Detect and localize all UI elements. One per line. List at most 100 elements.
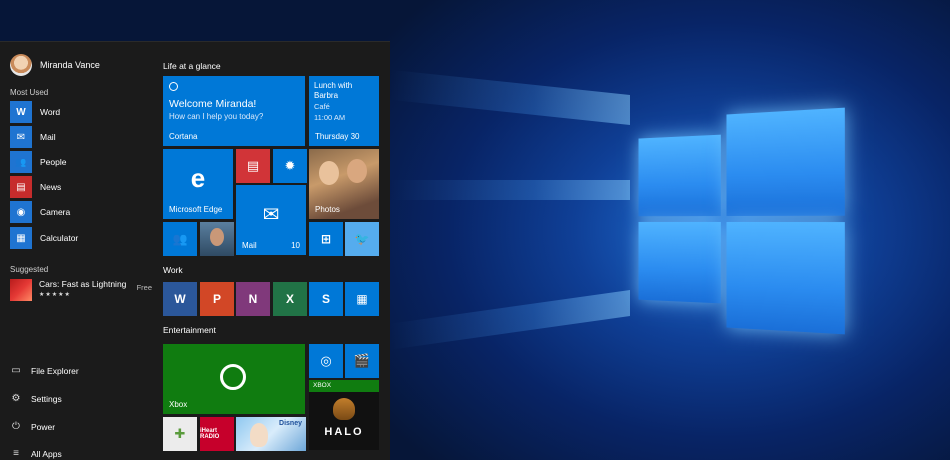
settings-button[interactable]: ⚙ Settings [10,393,62,404]
avatar [10,54,32,76]
character-face [250,423,268,447]
user-name: Miranda Vance [40,60,100,70]
cortana-headline: Welcome Miranda! [169,98,257,110]
tile-powerpoint[interactable]: P [200,282,234,316]
folder-icon: ▭ [11,365,21,376]
list-icon: ≡ [13,448,19,459]
calculator-icon: ▦ [10,227,32,249]
iheartradio-icon: iHeart RADIO [200,428,220,440]
tile-cortana[interactable]: Welcome Miranda! How can I help you toda… [163,76,305,146]
calendar-event-location: Café [314,102,330,111]
tile-movies-tv[interactable]: 🎬 [345,344,379,378]
tile-tips[interactable]: ✹ [273,149,307,183]
suggested-app[interactable]: Cars: Fast as Lightning ★★★★★ Free [10,279,152,301]
tile-halo[interactable]: XBOX HALO [309,380,379,450]
disney-logo: Disney [279,420,302,427]
edge-icon: e [190,162,206,193]
tile-mail[interactable]: ✉ Mail 10 [236,185,306,255]
app-label: Mail [40,132,56,142]
group-label-work: Work [163,265,183,275]
suggested-app-title: Cars: Fast as Lightning [39,279,127,289]
tile-twitter[interactable]: 🐦 [345,222,379,256]
app-item-mail[interactable]: ✉ Mail [10,126,150,148]
suggested-app-thumbnail [10,279,32,301]
tile-xbox[interactable]: Xbox [163,344,305,414]
file-explorer-button[interactable]: ▭ File Explorer [10,365,79,376]
halo-title: HALO [324,426,364,438]
tile-excel[interactable]: X [273,282,307,316]
tile-label: Cortana [169,132,198,141]
tile-label: Xbox [169,400,188,409]
tile-store[interactable]: ⊞ [309,222,343,256]
calendar-event-line1: Lunch with [314,81,353,90]
all-apps-button[interactable]: ≡ All Apps [10,448,62,459]
power-icon: ⏻ [12,421,20,432]
app-item-camera[interactable]: ◉ Camera [10,201,150,223]
contact-face [210,228,224,246]
tile-onenote[interactable]: N [236,282,270,316]
camera-icon: ◉ [10,201,32,223]
windows-logo [632,101,852,341]
tile-skype[interactable]: S [309,282,343,316]
tile-label: Microsoft Edge [169,205,223,214]
onenote-icon: N [248,292,258,306]
app-item-calculator[interactable]: ▦ Calculator [10,227,150,249]
tile-photos[interactable]: Photos [309,149,379,219]
tile-word[interactable]: W [163,282,197,316]
tile-label: Photos [315,205,340,214]
skype-icon: S [321,292,330,306]
app-item-people[interactable]: 👥 People [10,151,150,173]
tile-people[interactable]: 👥 [163,222,197,256]
app-label: Calculator [40,233,79,243]
people-icon: 👥 [10,151,32,173]
group-label-life: Life at a glance [163,61,221,71]
word-icon: W [10,101,32,123]
powerpoint-icon: P [212,292,221,306]
tile-groove-music[interactable]: ◎ [309,344,343,378]
store-bag-icon: ⊞ [320,232,332,246]
word-icon: W [174,292,186,306]
tile-news[interactable]: ▤ [236,149,270,183]
twitter-bird-icon: 🐦 [354,232,370,246]
spartan-helmet-icon [333,398,355,420]
power-button[interactable]: ⏻ Power [10,421,55,432]
app-item-word[interactable]: W Word [10,101,150,123]
tile-disney-frozen[interactable]: Disney [236,417,306,451]
clapperboard-icon: 🎬 [353,353,371,368]
news-icon: ▤ [10,176,32,198]
mail-unread-count: 10 [291,241,300,250]
calendar-event-time: 11:00 AM [314,113,346,122]
app-label: People [40,157,67,167]
tile-calculator[interactable]: ▦ [345,282,379,316]
tile-app-slack[interactable]: ✚ [163,417,197,451]
cortana-subtext: How can I help you today? [169,112,264,121]
tile-contact-photo[interactable] [200,222,234,256]
news-icon: ▤ [246,158,260,173]
app-label: News [40,182,62,192]
suggested-app-price: Free [136,283,152,292]
user-account[interactable]: Miranda Vance [10,54,100,76]
lightbulb-icon: ✹ [284,158,296,173]
bottom-item-label: All Apps [31,448,62,459]
start-menu: Miranda Vance Most Used W Word ✉ Mail 👥 … [0,41,390,460]
people-icon: 👥 [172,232,188,246]
app-label: Camera [40,207,71,217]
light-beam [390,290,630,350]
tile-label: Mail [242,241,257,250]
most-used-label: Most Used [10,88,49,97]
tile-area: Life at a glance Welcome Miranda! How ca… [163,42,383,460]
bottom-item-label: Settings [31,393,62,404]
photo-face [347,159,367,183]
group-label-entertainment: Entertainment [163,325,216,335]
tile-edge[interactable]: e Microsoft Edge [163,149,233,219]
app-label: Word [40,107,61,117]
plus-icon: ✚ [174,426,186,441]
app-item-news[interactable]: ▤ News [10,176,150,198]
photo-face [319,161,339,185]
bottom-item-label: File Explorer [31,365,79,376]
gear-icon: ⚙ [11,393,21,404]
mail-icon: ✉ [10,126,32,148]
tile-calendar[interactable]: Lunch with Barbra Café 11:00 AM Thursday… [309,76,379,146]
suggested-label: Suggested [10,265,49,274]
tile-iheartradio[interactable]: iHeart RADIO [200,417,234,451]
